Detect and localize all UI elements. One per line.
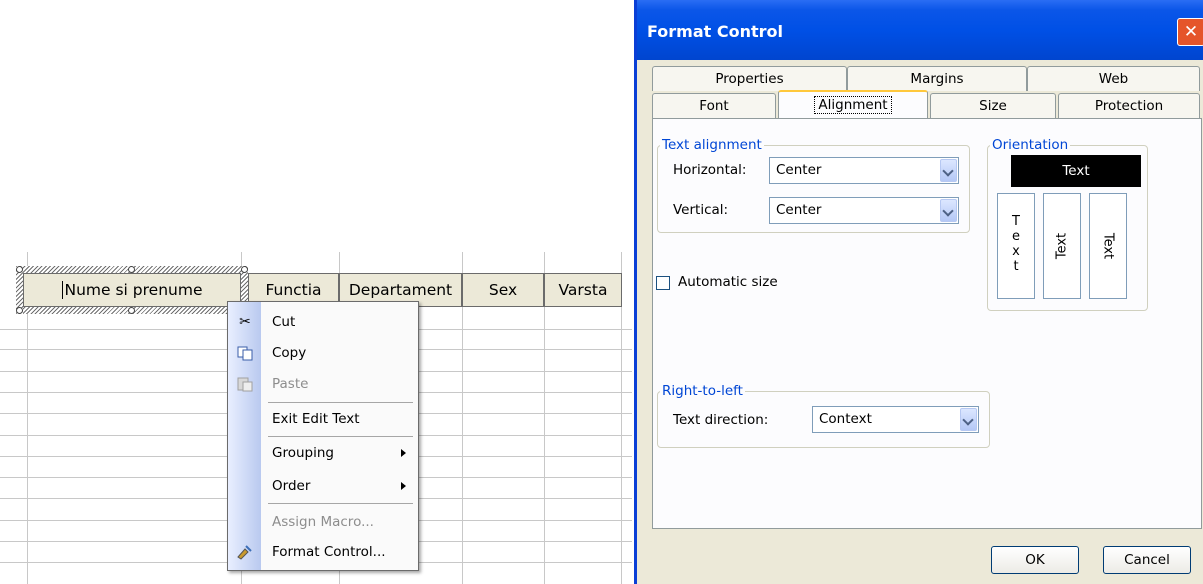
tab-web[interactable]: Web	[1027, 66, 1200, 91]
resize-handle[interactable]	[128, 266, 135, 273]
orientation-stacked[interactable]: Text	[997, 193, 1035, 299]
tab-margins[interactable]: Margins	[847, 66, 1027, 91]
orientation-rotated-up[interactable]: Text	[1043, 193, 1081, 299]
automatic-size-label: Automatic size	[678, 274, 778, 290]
horizontal-select[interactable]: Center	[769, 157, 959, 184]
worksheet-area[interactable]: Nume si prenume Functia Departament Sex …	[0, 0, 632, 584]
tab-protection[interactable]: Protection	[1058, 93, 1200, 118]
horizontal-label: Horizontal:	[673, 162, 747, 178]
vertical-select[interactable]: Center	[769, 197, 959, 224]
chevron-down-icon[interactable]	[940, 159, 957, 182]
menu-item-grouping[interactable]: Grouping	[228, 438, 418, 468]
resize-handle[interactable]	[16, 266, 23, 273]
copy-icon	[236, 344, 254, 362]
tab-font[interactable]: Font	[652, 93, 776, 118]
format-control-icon	[236, 543, 254, 561]
menu-item-exit-edit-text[interactable]: Exit Edit Text	[228, 404, 418, 434]
resize-handle[interactable]	[128, 307, 135, 314]
menu-item-label: Assign Macro...	[272, 514, 374, 530]
text-direction-value: Context	[819, 411, 872, 427]
tab-label: Size	[979, 98, 1007, 114]
orientation-rotated-down[interactable]: Text	[1089, 193, 1127, 299]
cancel-button[interactable]: Cancel	[1103, 546, 1191, 574]
right-to-left-group: Right-to-left Text direction: Context	[657, 383, 990, 448]
dialog-title: Format Control	[647, 22, 783, 41]
ok-button[interactable]: OK	[991, 546, 1079, 574]
group-title: Orientation	[990, 137, 1071, 153]
orientation-label: Text	[1062, 163, 1090, 179]
alignment-panel: Text alignment Horizontal: Center Vertic…	[652, 118, 1202, 529]
vertical-value: Center	[776, 202, 822, 218]
menu-item-copy[interactable]: Copy	[228, 338, 418, 368]
text-direction-select[interactable]: Context	[812, 406, 979, 433]
header-button-nume[interactable]: Nume si prenume	[23, 273, 241, 307]
submenu-arrow-icon	[401, 449, 406, 457]
horizontal-value: Center	[776, 162, 822, 178]
menu-item-label: Exit Edit Text	[272, 411, 360, 427]
paste-icon	[236, 375, 254, 393]
header-button-label: Functia	[265, 281, 322, 299]
tab-label: Alignment	[814, 96, 892, 114]
chevron-down-icon[interactable]	[960, 408, 977, 431]
automatic-size-checkbox[interactable]	[656, 276, 670, 290]
orientation-label: Text	[1012, 214, 1020, 274]
tab-label: Margins	[910, 71, 964, 87]
vertical-label: Vertical:	[673, 202, 729, 218]
resize-handle[interactable]	[241, 266, 248, 273]
menu-item-label: Copy	[272, 345, 307, 361]
menu-separator	[268, 436, 413, 437]
header-button-label: Departament	[348, 281, 453, 299]
menu-item-assign-macro[interactable]: Assign Macro...	[228, 507, 418, 537]
orientation-label: Text	[1100, 232, 1116, 260]
menu-item-label: Paste	[272, 376, 309, 392]
tab-label: Protection	[1094, 98, 1164, 114]
submenu-arrow-icon	[401, 482, 406, 490]
group-title: Right-to-left	[660, 383, 745, 399]
orientation-label: Text	[1054, 232, 1070, 260]
menu-item-label: Grouping	[272, 445, 334, 461]
menu-item-label: Cut	[272, 314, 296, 330]
menu-item-label: Order	[272, 478, 311, 494]
button-label: Cancel	[1124, 552, 1170, 568]
header-button-varsta[interactable]: Varsta	[544, 273, 622, 307]
header-button-label: Nume si prenume	[61, 281, 202, 299]
menu-item-paste[interactable]: Paste	[228, 369, 418, 399]
context-menu: ✂ Cut Copy Paste Exit Edit Text Grouping…	[227, 301, 419, 571]
resize-handle[interactable]	[16, 307, 23, 314]
close-icon: ✕	[1183, 22, 1199, 42]
chevron-down-icon[interactable]	[940, 199, 957, 222]
tab-label: Font	[699, 98, 729, 114]
scissors-icon: ✂	[239, 314, 251, 330]
title-bar[interactable]: Format Control ✕	[637, 0, 1203, 60]
tab-properties[interactable]: Properties	[652, 66, 847, 91]
menu-separator	[268, 503, 413, 504]
header-button-label: Varsta	[558, 281, 608, 299]
group-title: Text alignment	[660, 137, 764, 153]
text-direction-label: Text direction:	[673, 412, 769, 428]
button-label: OK	[1025, 552, 1045, 568]
menu-item-format-control[interactable]: Format Control...	[228, 537, 418, 567]
tab-label: Web	[1098, 71, 1129, 87]
close-button[interactable]: ✕	[1177, 18, 1203, 46]
menu-item-label: Format Control...	[272, 544, 386, 560]
format-control-dialog: Format Control ✕ Properties Margins Web …	[634, 0, 1203, 584]
menu-separator	[268, 402, 413, 403]
tab-label: Properties	[715, 71, 784, 87]
tab-size[interactable]: Size	[930, 93, 1056, 118]
orientation-horizontal[interactable]: Text	[1011, 155, 1141, 187]
menu-item-order[interactable]: Order	[228, 471, 418, 501]
header-button-label: Sex	[488, 281, 518, 299]
menu-item-cut[interactable]: ✂ Cut	[228, 307, 418, 337]
tab-alignment[interactable]: Alignment	[778, 90, 928, 118]
header-button-sex[interactable]: Sex	[462, 273, 544, 307]
text-alignment-group: Text alignment Horizontal: Center Vertic…	[657, 137, 970, 233]
